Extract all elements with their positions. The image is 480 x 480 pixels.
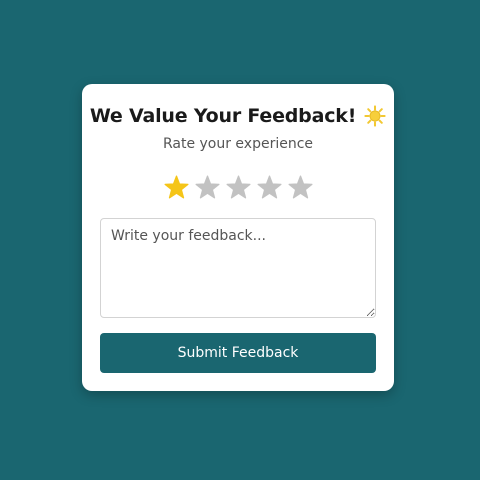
feedback-card: We Value Your Feedback! Rate your experi… — [82, 84, 394, 391]
title-row: We Value Your Feedback! — [82, 102, 394, 130]
star-icon-3[interactable] — [225, 175, 251, 200]
card-title: We Value Your Feedback! — [89, 105, 357, 127]
subtitle: Rate your experience — [162, 136, 314, 152]
star-icon-5[interactable] — [287, 175, 313, 200]
star-icon-4[interactable] — [256, 175, 282, 200]
feedback-textarea[interactable] — [100, 218, 376, 318]
star-rating — [82, 175, 394, 200]
star-icon-2[interactable] — [194, 175, 220, 200]
submit-feedback-button[interactable]: Submit Feedback — [100, 333, 376, 373]
star-icon-1[interactable] — [163, 175, 189, 200]
sun-icon — [364, 105, 386, 127]
